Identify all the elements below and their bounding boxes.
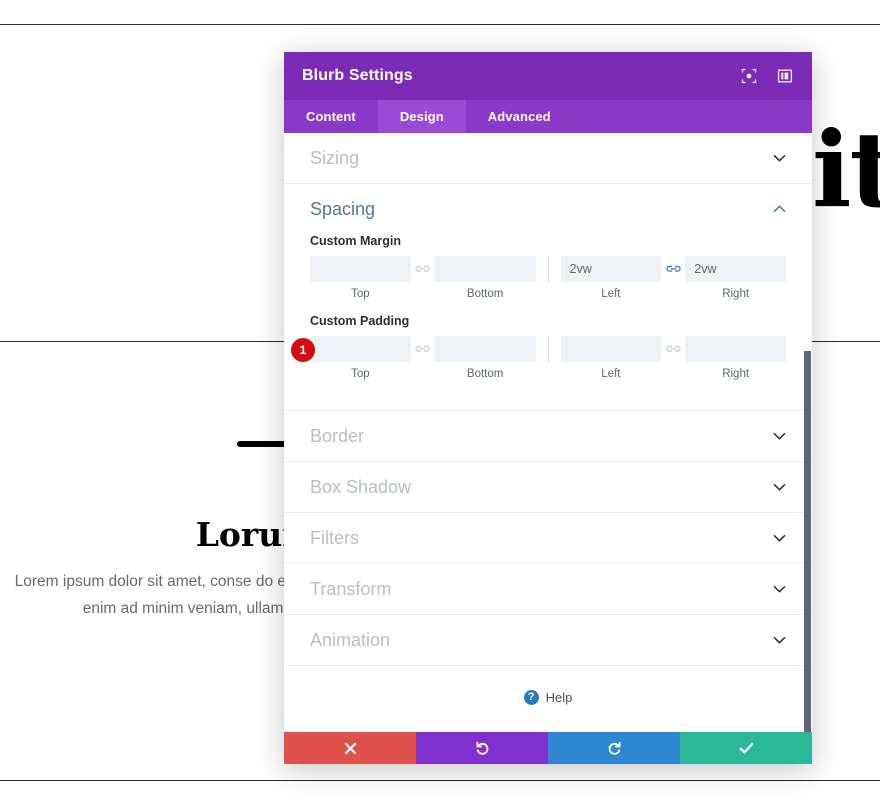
custom-padding-right-input[interactable] — [685, 336, 786, 362]
custom-padding-bottom-wrap: Bottom — [434, 336, 536, 380]
blurb-settings-modal: Blurb Settings Content Design Advanced 1… — [284, 52, 812, 764]
custom-padding-bottom-caption: Bottom — [466, 368, 504, 380]
builder-canvas: it Lorum ip Lorem ipsum dolor sit amet, … — [0, 0, 880, 808]
save-button[interactable] — [680, 732, 812, 764]
spacing-separator — [547, 336, 549, 362]
custom-padding-right-caption: Right — [722, 368, 750, 380]
custom-margin-top-wrap: Top — [310, 256, 411, 300]
link-top-bottom-padding-icon[interactable] — [411, 336, 435, 362]
custom-padding-label: Custom Padding — [310, 314, 410, 328]
chevron-down-icon — [772, 151, 786, 165]
modal-header-actions — [740, 67, 794, 85]
background-divider-top — [0, 24, 880, 25]
custom-margin-bottom-input[interactable] — [434, 256, 536, 282]
modal-footer — [284, 732, 812, 764]
modal-header: Blurb Settings — [284, 52, 812, 100]
link-left-right-padding-icon[interactable] — [661, 336, 685, 362]
section-spacing-header[interactable]: Spacing — [284, 184, 812, 234]
section-animation-header[interactable]: Animation — [284, 615, 812, 665]
custom-margin-top-bottom: Top Bottom — [310, 256, 536, 300]
section-sizing-label: Sizing — [310, 147, 360, 168]
chevron-down-icon — [772, 582, 786, 596]
custom-padding-left-input[interactable] — [560, 336, 662, 362]
tab-design[interactable]: Design — [377, 100, 466, 133]
section-sizing-header[interactable]: Sizing — [284, 133, 812, 183]
section-transform: Transform — [284, 564, 812, 615]
chevron-down-icon — [772, 480, 786, 494]
custom-margin-top-caption: Top — [351, 288, 370, 300]
section-box-shadow-label: Box Shadow — [310, 476, 412, 497]
custom-padding-top-caption: Top — [351, 368, 370, 380]
custom-margin-right-caption: Right — [722, 288, 750, 300]
step-badge-1: 1 — [291, 338, 315, 362]
tab-content[interactable]: Content — [284, 100, 378, 133]
custom-padding-top-wrap: Top — [310, 336, 411, 380]
background-hero-text: it — [812, 108, 880, 231]
custom-margin-right-wrap: Right — [685, 256, 786, 300]
link-left-right-margin-icon[interactable] — [661, 256, 685, 282]
section-spacing: Spacing Custom Margin Top Bottom 2vw Lef… — [284, 184, 812, 411]
modal-scrollbar-thumb[interactable] — [804, 351, 811, 732]
custom-padding-right-wrap: Right — [685, 336, 786, 380]
section-spacing-body: Custom Margin Top Bottom 2vw Left 2vw Ri… — [284, 234, 812, 410]
section-box-shadow: Box Shadow — [284, 462, 812, 513]
custom-margin-label: Custom Margin — [310, 234, 401, 248]
custom-margin-bottom-wrap: Bottom — [434, 256, 536, 300]
redo-button[interactable] — [548, 732, 680, 764]
chevron-down-icon — [772, 633, 786, 647]
chevron-up-icon — [772, 202, 786, 216]
section-animation: Animation — [284, 615, 812, 666]
undo-icon — [475, 741, 490, 756]
custom-margin-bottom-caption: Bottom — [466, 288, 504, 300]
section-transform-label: Transform — [310, 578, 392, 599]
modal-scrollbar-track[interactable] — [803, 133, 812, 732]
check-icon — [739, 742, 754, 755]
custom-margin-right-input[interactable] — [685, 256, 786, 282]
tab-advanced[interactable]: Advanced — [466, 100, 573, 133]
help-label: Help — [545, 689, 573, 705]
custom-margin-row: Top Bottom 2vw Left 2vw Right — [310, 256, 786, 300]
spacing-separator — [547, 256, 549, 282]
help-row[interactable]: ? Help — [284, 666, 812, 728]
custom-padding-top-input[interactable] — [310, 336, 411, 362]
section-filters-label: Filters — [310, 527, 359, 548]
background-divider-bottom — [0, 780, 880, 781]
custom-padding-top-bottom: Top Bottom — [310, 336, 536, 380]
undo-button[interactable] — [416, 732, 548, 764]
focus-icon[interactable] — [740, 67, 758, 85]
section-border-header[interactable]: Border — [284, 411, 812, 461]
custom-margin-top-input[interactable] — [310, 256, 411, 282]
section-box-shadow-header[interactable]: Box Shadow — [284, 462, 812, 512]
section-border: Border — [284, 411, 812, 462]
custom-padding-left-wrap: Left — [560, 336, 662, 380]
modal-title: Blurb Settings — [302, 67, 413, 84]
section-filters: Filters — [284, 513, 812, 564]
cancel-button[interactable] — [284, 732, 416, 764]
custom-margin-left-caption: Left — [601, 288, 621, 300]
section-animation-label: Animation — [310, 629, 391, 650]
custom-padding-bottom-input[interactable] — [434, 336, 536, 362]
section-sizing: Sizing — [284, 133, 812, 184]
custom-padding-row: Top Bottom Left Right — [310, 336, 786, 380]
chevron-down-icon — [772, 429, 786, 443]
modal-body: 1 Sizing Spacing Custom Margin Top Botto… — [284, 133, 812, 732]
layout-icon[interactable] — [776, 67, 794, 85]
section-spacing-label: Spacing — [310, 198, 376, 219]
custom-padding-left-caption: Left — [601, 368, 621, 380]
question-mark-icon: ? — [523, 689, 539, 705]
section-transform-header[interactable]: Transform — [284, 564, 812, 614]
link-top-bottom-margin-icon[interactable] — [411, 256, 435, 282]
custom-padding-left-right: Left Right — [560, 336, 786, 380]
custom-margin-left-right: Left Right — [560, 256, 786, 300]
chevron-down-icon — [772, 531, 786, 545]
modal-tabs: Content Design Advanced — [284, 100, 812, 133]
times-icon — [344, 742, 357, 755]
section-filters-header[interactable]: Filters — [284, 513, 812, 563]
section-border-label: Border — [310, 425, 365, 446]
redo-icon — [607, 741, 622, 756]
custom-margin-left-wrap: Left — [560, 256, 662, 300]
custom-margin-left-input[interactable] — [560, 256, 662, 282]
